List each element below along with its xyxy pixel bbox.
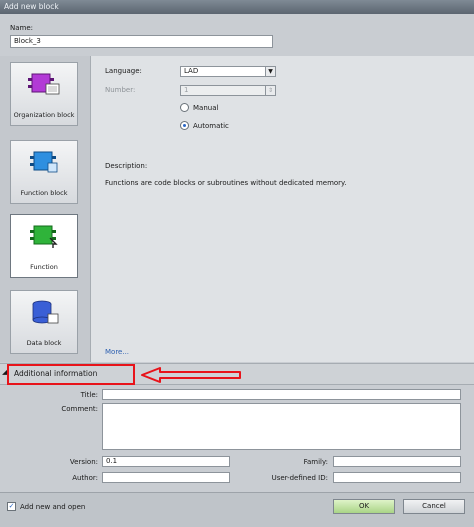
red-arrow-icon: [141, 367, 241, 383]
function-label: Function: [30, 263, 58, 271]
title-field-label: Title:: [80, 391, 98, 399]
organization-block-label: Organization block: [13, 111, 75, 119]
ok-button[interactable]: OK: [333, 499, 395, 514]
language-label: Language:: [105, 67, 142, 75]
data-block-icon: [32, 300, 59, 324]
window-title-bar: Add new block: [0, 0, 474, 14]
user-id-input[interactable]: [333, 472, 461, 483]
function-tile[interactable]: Function: [10, 214, 78, 278]
add-new-and-open-checkbox[interactable]: ✓: [7, 502, 16, 511]
description-text: Functions are code blocks or subroutines…: [105, 179, 347, 187]
title-input[interactable]: [102, 389, 461, 400]
highlight-box: [7, 364, 135, 385]
spinner-icon[interactable]: ⇕: [265, 86, 275, 95]
add-new-and-open-label: Add new and open: [20, 503, 86, 511]
language-value: LAD: [184, 67, 199, 75]
name-input[interactable]: Block_3: [10, 35, 273, 48]
data-block-tile[interactable]: Data block: [10, 290, 78, 354]
family-label: Family:: [303, 458, 328, 466]
version-input[interactable]: 0.1: [102, 456, 230, 467]
more-link[interactable]: More...: [105, 348, 129, 356]
description-label: Description:: [105, 162, 148, 170]
number-label: Number:: [105, 86, 136, 94]
comment-textarea[interactable]: [102, 403, 461, 450]
language-select[interactable]: LAD ▼: [180, 66, 276, 77]
name-label: Name:: [10, 24, 34, 32]
number-input[interactable]: 1 ⇕: [180, 85, 276, 96]
version-value: 0.1: [106, 457, 118, 465]
family-input[interactable]: [333, 456, 461, 467]
user-id-label: User-defined ID:: [271, 474, 328, 482]
block-settings-panel: [91, 56, 474, 362]
author-input[interactable]: [102, 472, 230, 483]
window-title: Add new block: [4, 2, 59, 11]
function-block-icon: [30, 151, 58, 173]
comment-label: Comment:: [61, 405, 98, 413]
automatic-label: Automatic: [193, 122, 229, 130]
manual-label: Manual: [193, 104, 219, 112]
version-label: Version:: [69, 458, 98, 466]
function-icon: [30, 225, 58, 248]
organization-block-tile[interactable]: Organization block: [10, 62, 78, 126]
manual-radio[interactable]: [180, 103, 189, 112]
data-block-label: Data block: [26, 339, 62, 347]
function-block-tile[interactable]: Function block: [10, 140, 78, 204]
cancel-button[interactable]: Cancel: [403, 499, 465, 514]
author-label: Author:: [72, 474, 98, 482]
automatic-radio[interactable]: [180, 121, 189, 130]
organization-block-icon: [28, 73, 60, 95]
function-block-label: Function block: [20, 189, 68, 197]
chevron-down-icon[interactable]: ▼: [265, 67, 275, 76]
number-value: 1: [184, 86, 189, 94]
